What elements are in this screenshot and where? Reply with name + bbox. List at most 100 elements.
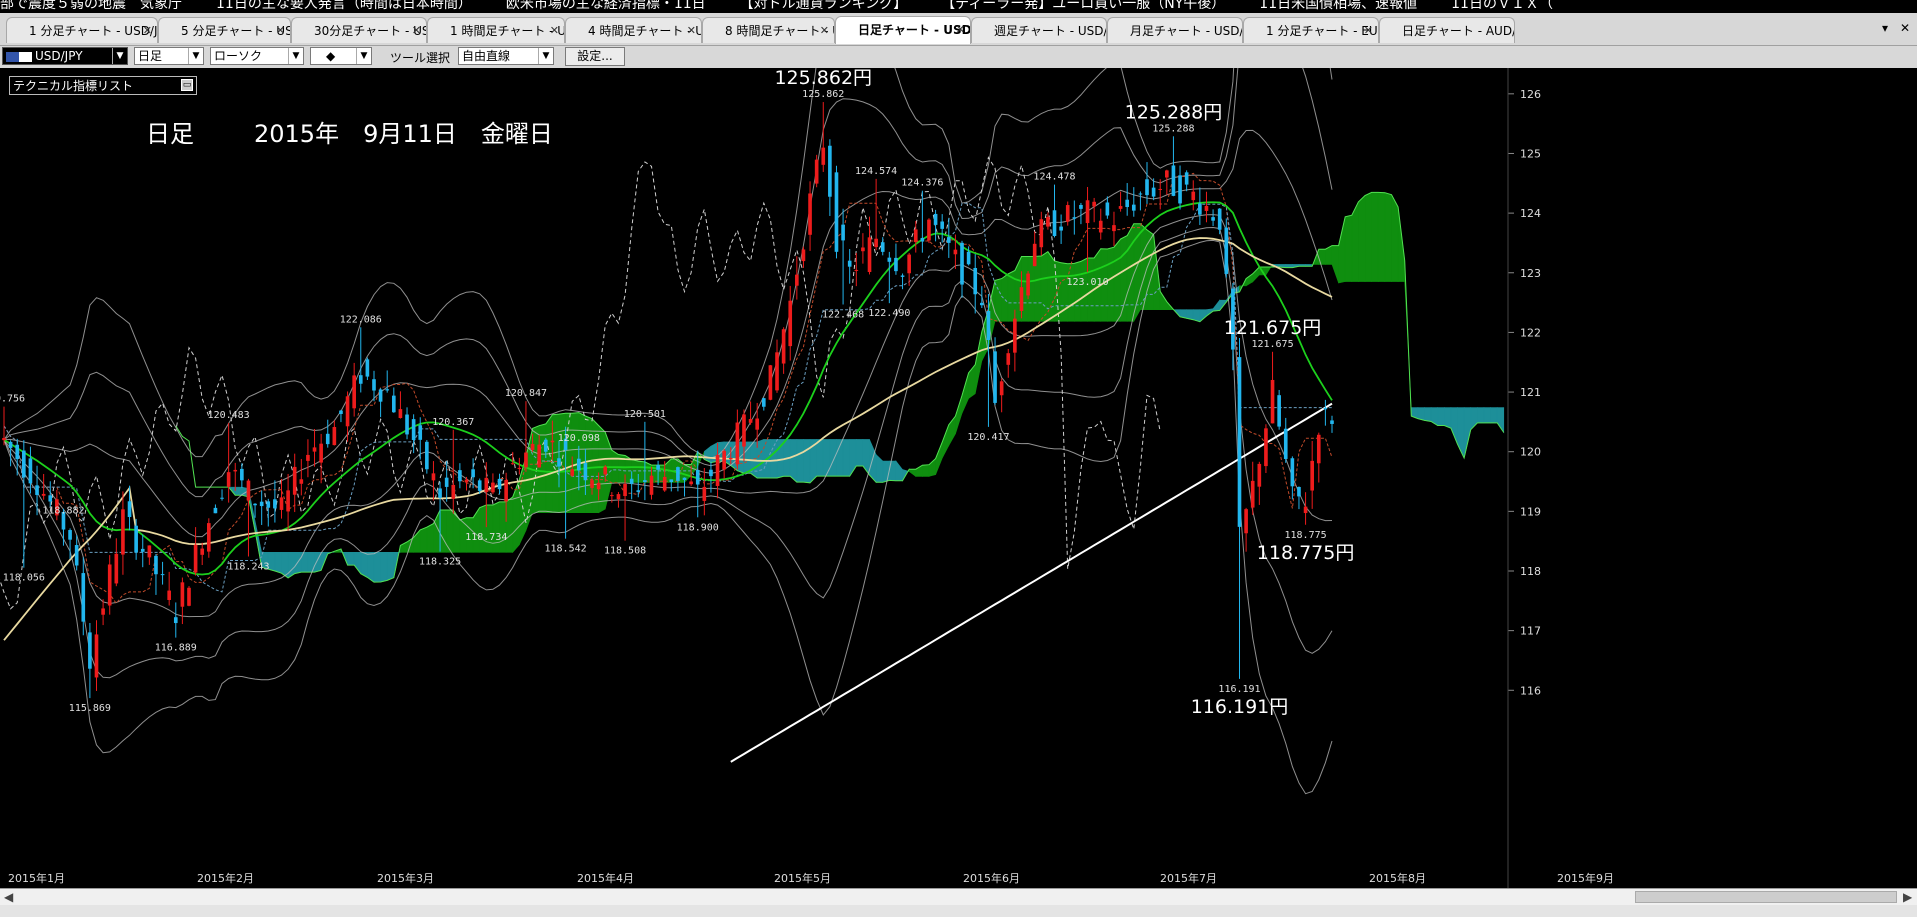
- candle-body: [610, 495, 614, 497]
- candle-body: [841, 224, 845, 241]
- close-icon[interactable]: ✕: [820, 18, 829, 43]
- candle-body: [1330, 420, 1334, 424]
- technical-indicator-panel[interactable]: テクニカル指標リスト ▭: [9, 76, 197, 95]
- close-icon[interactable]: ✕: [956, 17, 965, 43]
- ticker-headline[interactable]: 部で震度５弱の地震 気象庁: [0, 0, 182, 11]
- candle-body: [590, 480, 594, 488]
- candle-body: [834, 172, 839, 252]
- ichimoku-cloud-segment: [816, 439, 824, 477]
- chart-style-select[interactable]: ローソク ▼: [210, 47, 304, 65]
- close-icon[interactable]: ✕: [1900, 21, 1910, 35]
- candle-body: [101, 608, 105, 615]
- tool-select[interactable]: 自由直線 ▼: [458, 47, 554, 65]
- ticker-headline[interactable]: 11日米国債相場、速報値: [1259, 0, 1417, 11]
- price-callout: 125.288円: [1125, 101, 1223, 123]
- candle-body: [510, 463, 515, 465]
- candle-body: [154, 555, 158, 575]
- close-icon[interactable]: ✕: [143, 18, 152, 43]
- tab-list-icon[interactable]: ▾: [1882, 21, 1888, 35]
- settings-button[interactable]: 設定...: [565, 47, 625, 66]
- candle-body: [854, 269, 859, 271]
- status-bar: [0, 905, 1917, 917]
- candle-body: [1283, 428, 1288, 459]
- candle-body: [22, 450, 26, 478]
- ichimoku-cloud-segment: [922, 464, 930, 477]
- candle-body: [1052, 210, 1057, 236]
- candle-body: [319, 443, 323, 463]
- scroll-right-icon[interactable]: ▶: [1903, 890, 1912, 904]
- horizontal-scrollbar[interactable]: ◀ ▶: [0, 888, 1917, 906]
- candle-body: [583, 463, 588, 481]
- tab-30min-usdjpy[interactable]: 30分足チャート - USD/JF✕: [291, 17, 427, 43]
- tab-1min-eurusd[interactable]: 1 分足チャート - EUR/US✕: [1243, 17, 1379, 43]
- x-tick-label: 2015年3月: [377, 871, 434, 885]
- candle-body: [907, 254, 911, 274]
- candle-body: [669, 479, 674, 483]
- candle-body: [41, 493, 46, 496]
- tab-daily-usdjpy[interactable]: 日足チャート - USD/JPY✕: [835, 16, 971, 44]
- candle-body: [253, 503, 257, 506]
- timeframe-select[interactable]: 日足 ▼: [134, 47, 204, 65]
- candle-body: [986, 310, 991, 341]
- candle-body: [187, 587, 191, 606]
- candle-body: [28, 458, 33, 484]
- scrollbar-thumb[interactable]: [1635, 891, 1897, 903]
- candle-body: [742, 414, 746, 447]
- candle-body: [160, 574, 165, 576]
- candle-body: [676, 467, 680, 481]
- ticker-headline[interactable]: 11日の主な要人発言（時間は日本時間）: [216, 0, 472, 11]
- candle-body: [1151, 187, 1156, 197]
- minimize-icon[interactable]: ▭: [181, 79, 193, 91]
- ichimoku-cloud-segment: [789, 439, 798, 483]
- ticker-headline[interactable]: 11日のＶＩＸ（: [1451, 0, 1553, 11]
- tab-weekly-usdjpy[interactable]: 週足チャート - USD/JPY: [971, 17, 1107, 43]
- scroll-left-icon[interactable]: ◀: [4, 890, 13, 904]
- price-annotation: 118.056: [3, 573, 45, 584]
- candle-body: [662, 476, 667, 491]
- tab-daily-audjpy[interactable]: 日足チャート - AUD/JPY: [1379, 17, 1515, 43]
- candle-body: [1184, 172, 1189, 185]
- tab-1hour-usdjpy[interactable]: 1 時間足チャート - USD/✕: [427, 17, 565, 43]
- candle-body: [173, 617, 178, 624]
- tab-monthly-usdjpy[interactable]: 月足チャート - USD/JPY: [1107, 17, 1243, 43]
- tab-5min-usdjpy[interactable]: 5 分足チャート - USD/JP✕: [158, 17, 291, 43]
- close-icon[interactable]: ✕: [1364, 18, 1373, 43]
- y-tick-label: 123: [1520, 267, 1541, 280]
- symbol-select[interactable]: USD/JPY ▼: [2, 47, 128, 65]
- ichimoku-cloud-segment: [1444, 407, 1452, 429]
- close-icon[interactable]: ✕: [687, 18, 696, 43]
- ichimoku-cloud-segment: [347, 552, 355, 566]
- close-icon[interactable]: ✕: [276, 18, 285, 43]
- candle-body: [1072, 217, 1077, 219]
- candle-body: [213, 507, 218, 514]
- marker-select[interactable]: ◆ ▼: [310, 47, 372, 65]
- tab-8hour-usdjpy[interactable]: 8 時間足チャート - USD/✕: [702, 17, 835, 43]
- candle-body: [385, 389, 390, 391]
- ticker-headline[interactable]: 【ディーラー発】ユーロ買い一服（NY午後）: [941, 0, 1225, 11]
- tab-1min-usdjpy[interactable]: 1 分足チャート - USD/JP ✕: [6, 17, 158, 43]
- ichimoku-cloud-segment: [1358, 194, 1366, 282]
- ticker-headline[interactable]: 欧米市場の主な経済指標・11日: [506, 0, 706, 11]
- tab-label: 1 分足チャート - EUR/US: [1266, 24, 1378, 38]
- chart-toolbar: USD/JPY ▼ 日足 ▼ ローソク ▼ ◆ ▼ ツール選択 自由直線 ▼ 設定...: [0, 46, 1917, 69]
- price-annotation: 120.417: [967, 432, 1009, 443]
- price-callout: 121.675円: [1224, 317, 1322, 339]
- close-icon[interactable]: ✕: [412, 18, 421, 43]
- x-tick-label: 2015年6月: [963, 871, 1020, 885]
- ticker-headline[interactable]: 【対ドル通貨ランキング】: [740, 0, 908, 11]
- ichimoku-cloud-segment: [1424, 407, 1432, 422]
- candle-body: [887, 257, 892, 262]
- candlestick-chart[interactable]: 126 125 124 123 122 121 120 119 118 117 116 2015年1月…: [0, 68, 1917, 888]
- candle-body: [537, 444, 541, 468]
- candle-body: [894, 257, 898, 272]
- price-annotation: 124.478: [1033, 172, 1075, 183]
- candle-body: [543, 439, 548, 452]
- tab-4hour-usdjpy[interactable]: 4 時間足チャート - USD/✕: [565, 17, 702, 43]
- close-icon[interactable]: ✕: [550, 18, 559, 43]
- x-tick-label: 2015年4月: [577, 871, 634, 885]
- candle-body: [1131, 204, 1136, 211]
- ichimoku-cloud-segment: [1377, 192, 1386, 282]
- ichimoku-cloud-segment: [1437, 407, 1445, 426]
- price-callout: 118.775円: [1257, 542, 1355, 564]
- ichimoku-cloud-segment: [360, 552, 368, 578]
